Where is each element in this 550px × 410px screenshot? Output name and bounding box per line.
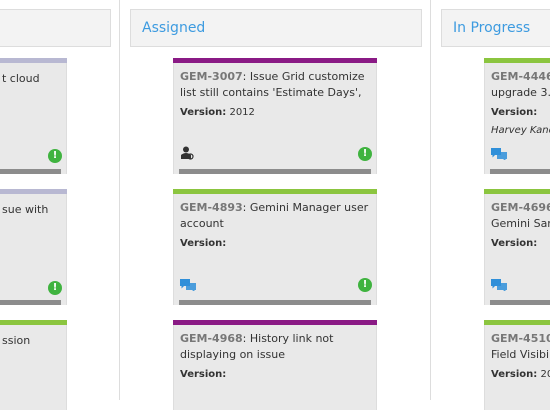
issue-card[interactable]: t cloud !	[0, 58, 67, 174]
issue-key[interactable]: GEM-4696	[491, 201, 550, 214]
issue-summary: Gemini Sar	[491, 217, 550, 230]
comment-icon[interactable]	[491, 148, 507, 160]
issue-card[interactable]: GEM-4510 Field Visibil Version: 20	[484, 320, 550, 410]
user-assign-icon[interactable]	[180, 146, 194, 160]
issue-key[interactable]: GEM-3007	[180, 70, 243, 83]
card-footer-bar	[490, 169, 550, 174]
card-title[interactable]: t cloud	[2, 71, 62, 87]
card-version: Version:	[180, 369, 227, 380]
card-footer-bar	[490, 300, 550, 305]
card-footer-bar	[179, 300, 371, 305]
column-left: t cloud ! sue with ! ssion	[0, 0, 119, 410]
card-color-bar	[173, 189, 377, 194]
card-color-bar	[0, 58, 67, 63]
card-color-bar	[484, 320, 550, 325]
card-version: Version: 2012	[180, 107, 255, 118]
card-title[interactable]: ssion	[2, 333, 62, 349]
card-version: Version:	[491, 238, 538, 249]
issue-card[interactable]: GEM-4893: Gemini Manager user account Ve…	[173, 189, 377, 305]
column-assigned: Assigned GEM-3007: Issue Grid customize …	[120, 0, 430, 410]
card-title[interactable]: GEM-4510 Field Visibil	[491, 331, 550, 363]
card-color-bar	[0, 189, 67, 194]
card-title[interactable]: GEM-4893: Gemini Manager user account	[180, 200, 372, 232]
issue-card[interactable]: GEM-4446 upgrade 3. Version: Harvey Kand	[484, 58, 550, 174]
card-assignee: Harvey Kand	[491, 125, 550, 136]
issue-card[interactable]: GEM-4968: History link not displaying on…	[173, 320, 377, 410]
card-color-bar	[173, 320, 377, 325]
exclamation-icon[interactable]: !	[48, 281, 62, 295]
card-version: Version: 20	[491, 369, 550, 380]
issue-key[interactable]: GEM-4893	[180, 201, 243, 214]
card-footer-bar	[0, 300, 61, 305]
issue-card[interactable]: sue with !	[0, 189, 67, 305]
issue-key[interactable]: GEM-4968	[180, 332, 243, 345]
card-title[interactable]: GEM-3007: Issue Grid customize list stil…	[180, 69, 372, 101]
card-color-bar	[484, 189, 550, 194]
card-color-bar	[484, 58, 550, 63]
card-title[interactable]: GEM-4446 upgrade 3.	[491, 69, 550, 101]
issue-key[interactable]: GEM-4510	[491, 332, 550, 345]
card-title[interactable]: GEM-4968: History link not displaying on…	[180, 331, 372, 363]
issue-card[interactable]: GEM-3007: Issue Grid customize list stil…	[173, 58, 377, 174]
exclamation-icon[interactable]: !	[358, 147, 372, 161]
card-footer-bar	[0, 169, 61, 174]
issue-summary: upgrade 3.	[491, 86, 550, 99]
card-color-bar	[173, 58, 377, 63]
issue-summary: Field Visibil	[491, 348, 550, 361]
card-footer-bar	[179, 169, 371, 174]
exclamation-icon[interactable]: !	[48, 149, 62, 163]
issue-card[interactable]: ssion	[0, 320, 67, 410]
column-header: Assigned	[130, 9, 422, 47]
card-version: Version:	[180, 238, 227, 249]
exclamation-icon[interactable]: !	[358, 278, 372, 292]
column-title: Assigned	[142, 20, 206, 36]
column-header	[0, 9, 111, 47]
column-header: In Progress	[441, 9, 550, 47]
column-title: In Progress	[453, 20, 531, 36]
comment-icon[interactable]	[491, 279, 507, 291]
comment-icon[interactable]	[180, 279, 196, 291]
card-version: Version:	[491, 107, 538, 118]
column-in-progress: In Progress GEM-4446 upgrade 3. Version: …	[431, 0, 550, 410]
issue-card[interactable]: GEM-4696 Gemini Sar Version:	[484, 189, 550, 305]
issue-key[interactable]: GEM-4446	[491, 70, 550, 83]
card-title[interactable]: GEM-4696 Gemini Sar	[491, 200, 550, 232]
card-color-bar	[0, 320, 67, 325]
card-title[interactable]: sue with	[2, 202, 62, 218]
